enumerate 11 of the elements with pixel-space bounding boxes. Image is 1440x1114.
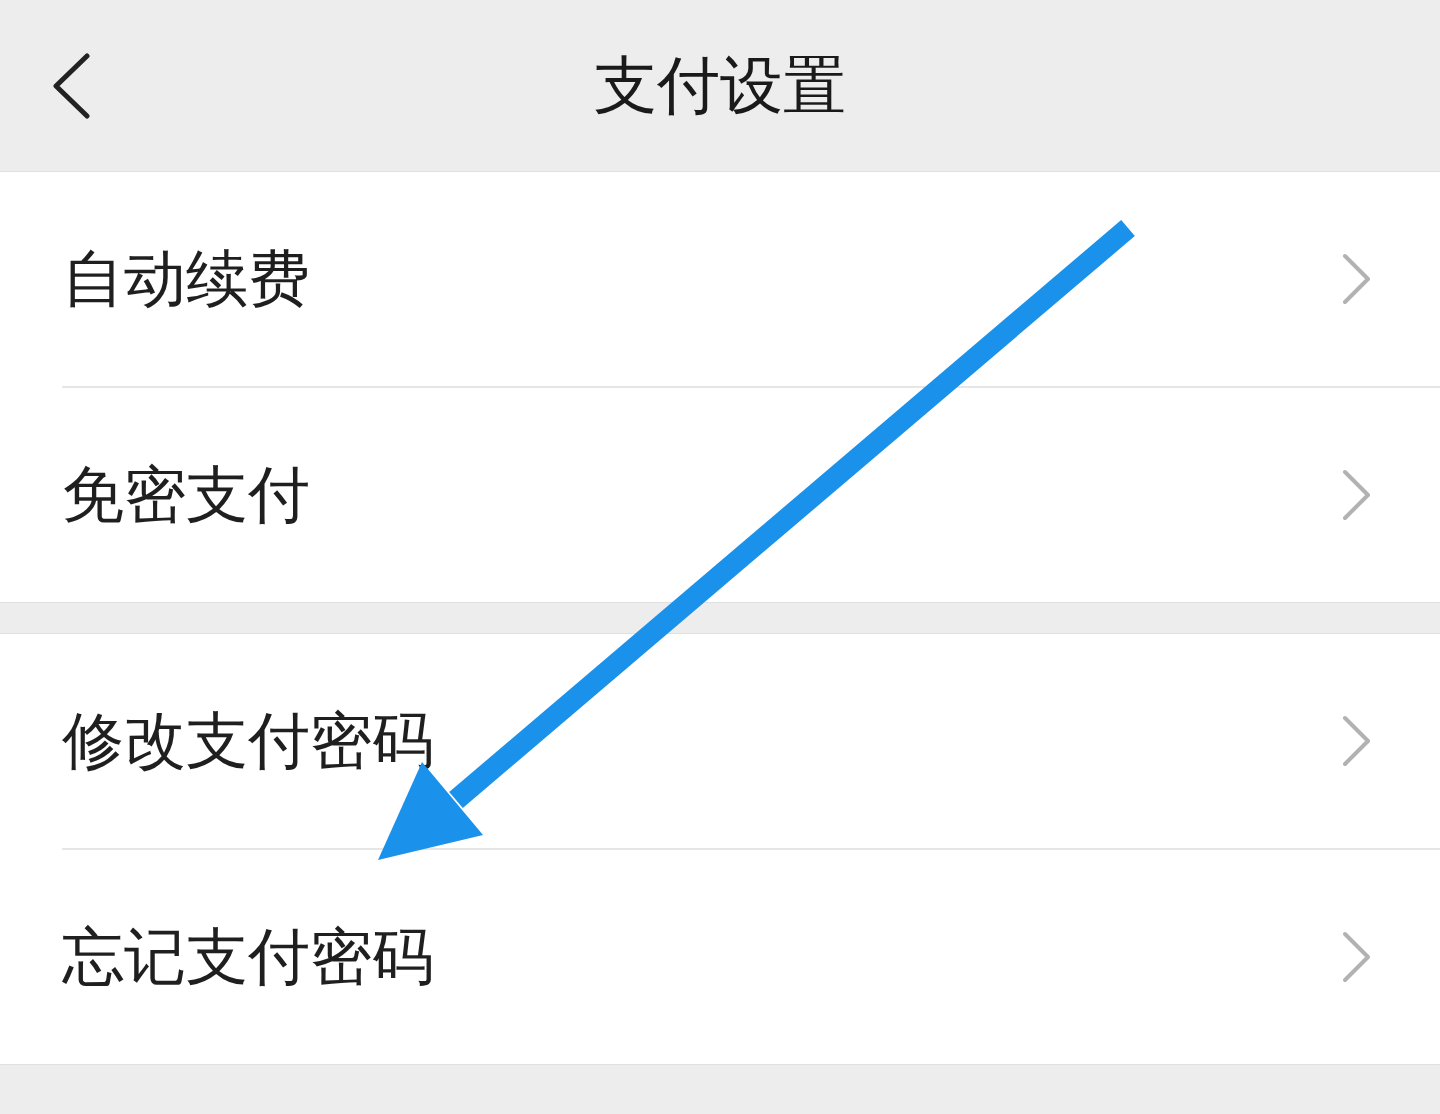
row-label: 免密支付 <box>62 464 310 526</box>
chevron-right-icon <box>1342 253 1372 305</box>
back-button[interactable] <box>52 52 90 119</box>
row-label: 忘记支付密码 <box>62 926 434 988</box>
page-title: 支付设置 <box>594 54 846 117</box>
chevron-right-icon <box>1342 931 1372 983</box>
row-label: 自动续费 <box>62 248 310 310</box>
chevron-right-icon <box>1342 469 1372 521</box>
chevron-right-icon <box>1342 715 1372 767</box>
back-chevron-icon <box>52 52 90 119</box>
row-label: 修改支付密码 <box>62 710 434 772</box>
